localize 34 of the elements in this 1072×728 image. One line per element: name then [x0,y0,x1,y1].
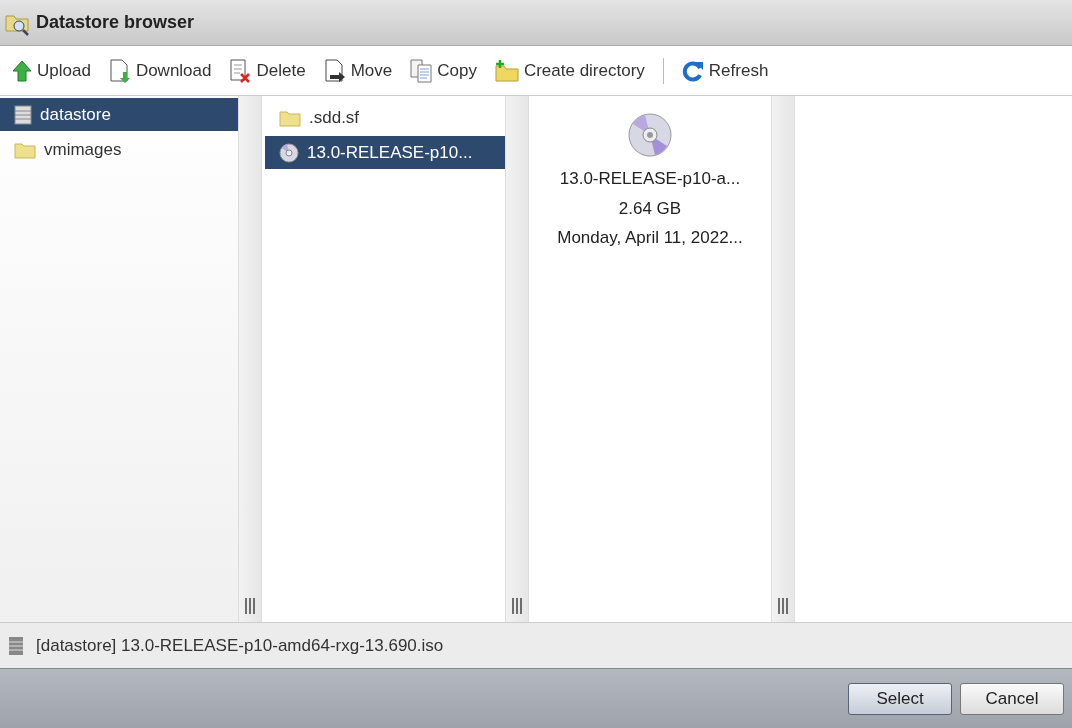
disc-icon [279,142,299,163]
download-icon [108,58,131,83]
toolbar-button[interactable]: Delete [229,57,306,84]
file-list-item[interactable]: .sdd.sf [265,101,505,134]
toolbar-button[interactable]: Upload [12,57,91,84]
file-list-item[interactable]: vmimages [0,133,238,166]
file-size: 2.64 GB [618,197,682,220]
move-icon [323,58,346,83]
file-name: 13.0-RELEASE-p10-a... [559,168,741,190]
toolbar-button[interactable]: Download [108,57,212,84]
toolbar-button[interactable]: Create directory [494,57,645,84]
datastore-icon [8,635,24,656]
resize-handle-icon[interactable] [245,598,255,614]
datastore-icon [14,104,32,125]
file-date: Monday, April 11, 2022... [557,227,743,249]
toolbar-button[interactable]: Copy [410,57,477,84]
toolbar-button[interactable]: Refresh [681,57,769,84]
cancel-button[interactable]: Cancel [960,682,1064,715]
file-list-item[interactable]: datastore [0,98,238,131]
refresh-icon [681,59,704,82]
up-arrow-icon [12,59,32,82]
resize-handle-icon[interactable] [778,598,788,614]
toolbar-button[interactable]: Move [323,57,393,84]
folder-icon [279,108,301,127]
disc-icon [627,112,673,158]
select-button[interactable]: Select [848,682,952,715]
copy-icon [410,58,433,83]
resize-handle-icon[interactable] [512,598,522,614]
window-title: Datastore browser [36,11,195,34]
new-folder-icon [494,59,519,82]
delete-icon [229,58,252,83]
file-list-item[interactable]: 13.0-RELEASE-p10... [265,136,505,169]
folder-icon [14,140,36,159]
path-text: [datastore] 13.0-RELEASE-p10-amd64-rxg-13.690.iso [36,634,444,657]
